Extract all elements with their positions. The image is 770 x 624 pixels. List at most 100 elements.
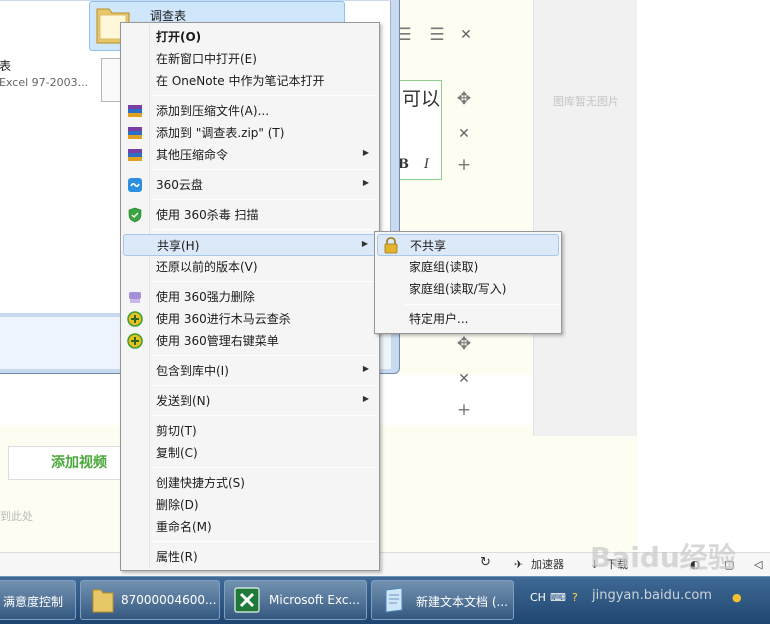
refresh-icon[interactable]: ↻	[480, 555, 491, 571]
baidu-watermark: Baidu经验	[590, 541, 736, 574]
close-icon[interactable]: ✕	[457, 26, 475, 44]
input-language[interactable]: CH	[530, 591, 546, 604]
menu-item-360-trojan-scan[interactable]: 使用 360进行木马云查杀	[123, 308, 377, 330]
menu-item-label: 添加到 "调查表.zip" (T)	[156, 126, 285, 140]
taskbar-button-satisfaction[interactable]: 满意度控制	[0, 580, 76, 620]
menu-separator	[152, 169, 376, 170]
submenu-item-specific-users[interactable]: 特定用户...	[377, 308, 559, 330]
menu-item-360-force-delete[interactable]: 使用 360强力删除	[123, 286, 377, 308]
keyboard-icon[interactable]: ⌨	[550, 591, 566, 604]
menu-item-label: 使用 360管理右键菜单	[156, 334, 279, 348]
excel-icon	[234, 587, 260, 613]
menu-separator	[152, 229, 376, 230]
move-icon-2[interactable]: ✥	[455, 335, 473, 353]
menu-item-360-scan[interactable]: 使用 360杀毒 扫描	[123, 204, 377, 226]
file-type-2: Excel 97-2003...	[0, 76, 89, 89]
gallery-panel: 图库暂无图片	[533, 0, 637, 436]
add-icon-2[interactable]: +	[455, 401, 473, 419]
menu-item-send-to[interactable]: 发送到(N) ▶	[123, 390, 377, 412]
360-plus-icon	[127, 333, 143, 349]
file-name-2[interactable]: 表	[0, 57, 11, 74]
menu-separator	[152, 95, 376, 96]
menu-item-label: 打开(O)	[156, 30, 202, 44]
taskbar-button-notepad[interactable]: 新建文本文档 (...	[371, 580, 514, 620]
menu-item-label: 共享(H)	[157, 239, 200, 253]
submenu-item-homegroup-read[interactable]: 家庭组(读取)	[377, 256, 559, 278]
menu-item-label: 在 OneNote 中作为笔记本打开	[156, 74, 325, 88]
menu-item-label: 包含到库中(I)	[156, 364, 229, 378]
drop-hint: 到此处	[0, 510, 33, 523]
delete-icon-2[interactable]: ✕	[455, 370, 473, 388]
add-icon[interactable]: +	[455, 156, 473, 174]
menu-item-add-archive[interactable]: 添加到压缩文件(A)...	[123, 100, 377, 122]
taskbar-button-folder[interactable]: 87000004600...	[80, 580, 220, 620]
menu-item-label: 发送到(N)	[156, 394, 211, 408]
menu-item-label: 创建快捷方式(S)	[156, 476, 245, 490]
menu-separator	[152, 281, 376, 282]
shield-icon	[128, 207, 142, 223]
menu-item-copy[interactable]: 复制(C)	[123, 442, 377, 464]
speaker-icon[interactable]: ◁	[754, 557, 762, 573]
winrar-icon	[128, 127, 142, 139]
accelerator-icon[interactable]: ✈	[514, 557, 523, 573]
menu-item-rename[interactable]: 重命名(M)	[123, 516, 377, 538]
taskbar-button-label: 87000004600...	[121, 593, 217, 607]
delete-icon[interactable]: ✕	[455, 125, 473, 143]
share-submenu: 不共享 家庭组(读取) 家庭组(读取/写入) 特定用户...	[374, 231, 562, 334]
menu-item-label: 添加到压缩文件(A)...	[156, 104, 270, 118]
taskbar-button-label: 满意度控制	[3, 595, 64, 609]
shredder-icon	[129, 292, 141, 303]
submenu-item-label: 不共享	[410, 239, 447, 253]
menu-separator	[152, 415, 376, 416]
submenu-arrow-icon: ▶	[362, 178, 369, 187]
submenu-item-label: 家庭组(读取/写入)	[409, 282, 507, 296]
menu-item-include-library[interactable]: 包含到库中(I) ▶	[123, 360, 377, 382]
submenu-item-label: 特定用户...	[409, 312, 469, 326]
menu-item-label: 删除(D)	[156, 498, 199, 512]
menu-item-open[interactable]: 打开(O)	[123, 26, 377, 48]
menu-item-create-shortcut[interactable]: 创建快捷方式(S)	[123, 472, 377, 494]
taskbar-button-label: 新建文本文档 (...	[416, 595, 508, 609]
menu-item-label: 360云盘	[156, 178, 203, 192]
submenu-arrow-icon: ▶	[361, 239, 368, 248]
right-margin	[637, 0, 770, 578]
accelerator-label[interactable]: 加速器	[531, 557, 564, 573]
winrar-icon	[128, 105, 142, 117]
gallery-empty-text: 图库暂无图片	[553, 95, 619, 108]
menu-item-label: 使用 360强力删除	[156, 290, 255, 304]
submenu-arrow-icon: ▶	[362, 148, 369, 157]
menu-item-label: 重命名(M)	[156, 520, 212, 534]
menu-separator	[405, 304, 559, 305]
menu-item-open-new-window[interactable]: 在新窗口中打开(E)	[123, 48, 377, 70]
move-icon[interactable]: ✥	[455, 90, 473, 108]
menu-item-360-manage-menu[interactable]: 使用 360管理右键菜单	[123, 330, 377, 352]
taskbar-button-label: Microsoft Exc...	[269, 593, 360, 607]
menu-item-open-onenote[interactable]: 在 OneNote 中作为笔记本打开	[123, 70, 377, 92]
help-icon[interactable]: ?	[572, 591, 578, 604]
menu-item-other-compress[interactable]: 其他压缩命令 ▶	[123, 144, 377, 166]
menu-item-label: 复制(C)	[156, 446, 198, 460]
lock-icon	[384, 237, 398, 254]
notepad-icon	[385, 587, 403, 613]
winrar-icon	[128, 149, 142, 161]
menu-separator	[152, 385, 376, 386]
baidu-watermark-url: jingyan.baidu.com	[592, 588, 712, 603]
taskbar-button-excel[interactable]: Microsoft Exc...	[224, 580, 367, 620]
menu-item-label: 属性(R)	[156, 550, 198, 564]
list-icon-2[interactable]: ☰	[428, 26, 446, 44]
menu-item-label: 剪切(T)	[156, 424, 197, 438]
menu-item-360-cloud[interactable]: 360云盘 ▶	[123, 174, 377, 196]
menu-separator	[152, 199, 376, 200]
menu-separator	[152, 355, 376, 356]
qq-icon[interactable]: ●	[732, 591, 742, 604]
submenu-item-homegroup-readwrite[interactable]: 家庭组(读取/写入)	[377, 278, 559, 300]
italic-button[interactable]: I	[424, 157, 429, 172]
submenu-item-no-share[interactable]: 不共享	[377, 234, 559, 256]
menu-item-restore-versions[interactable]: 还原以前的版本(V)	[123, 256, 377, 278]
menu-item-delete[interactable]: 删除(D)	[123, 494, 377, 516]
menu-item-cut[interactable]: 剪切(T)	[123, 420, 377, 442]
menu-item-add-zip[interactable]: 添加到 "调查表.zip" (T)	[123, 122, 377, 144]
menu-item-share[interactable]: 共享(H) ▶	[123, 234, 377, 256]
menu-item-properties[interactable]: 属性(R)	[123, 546, 377, 568]
submenu-arrow-icon: ▶	[362, 394, 369, 403]
